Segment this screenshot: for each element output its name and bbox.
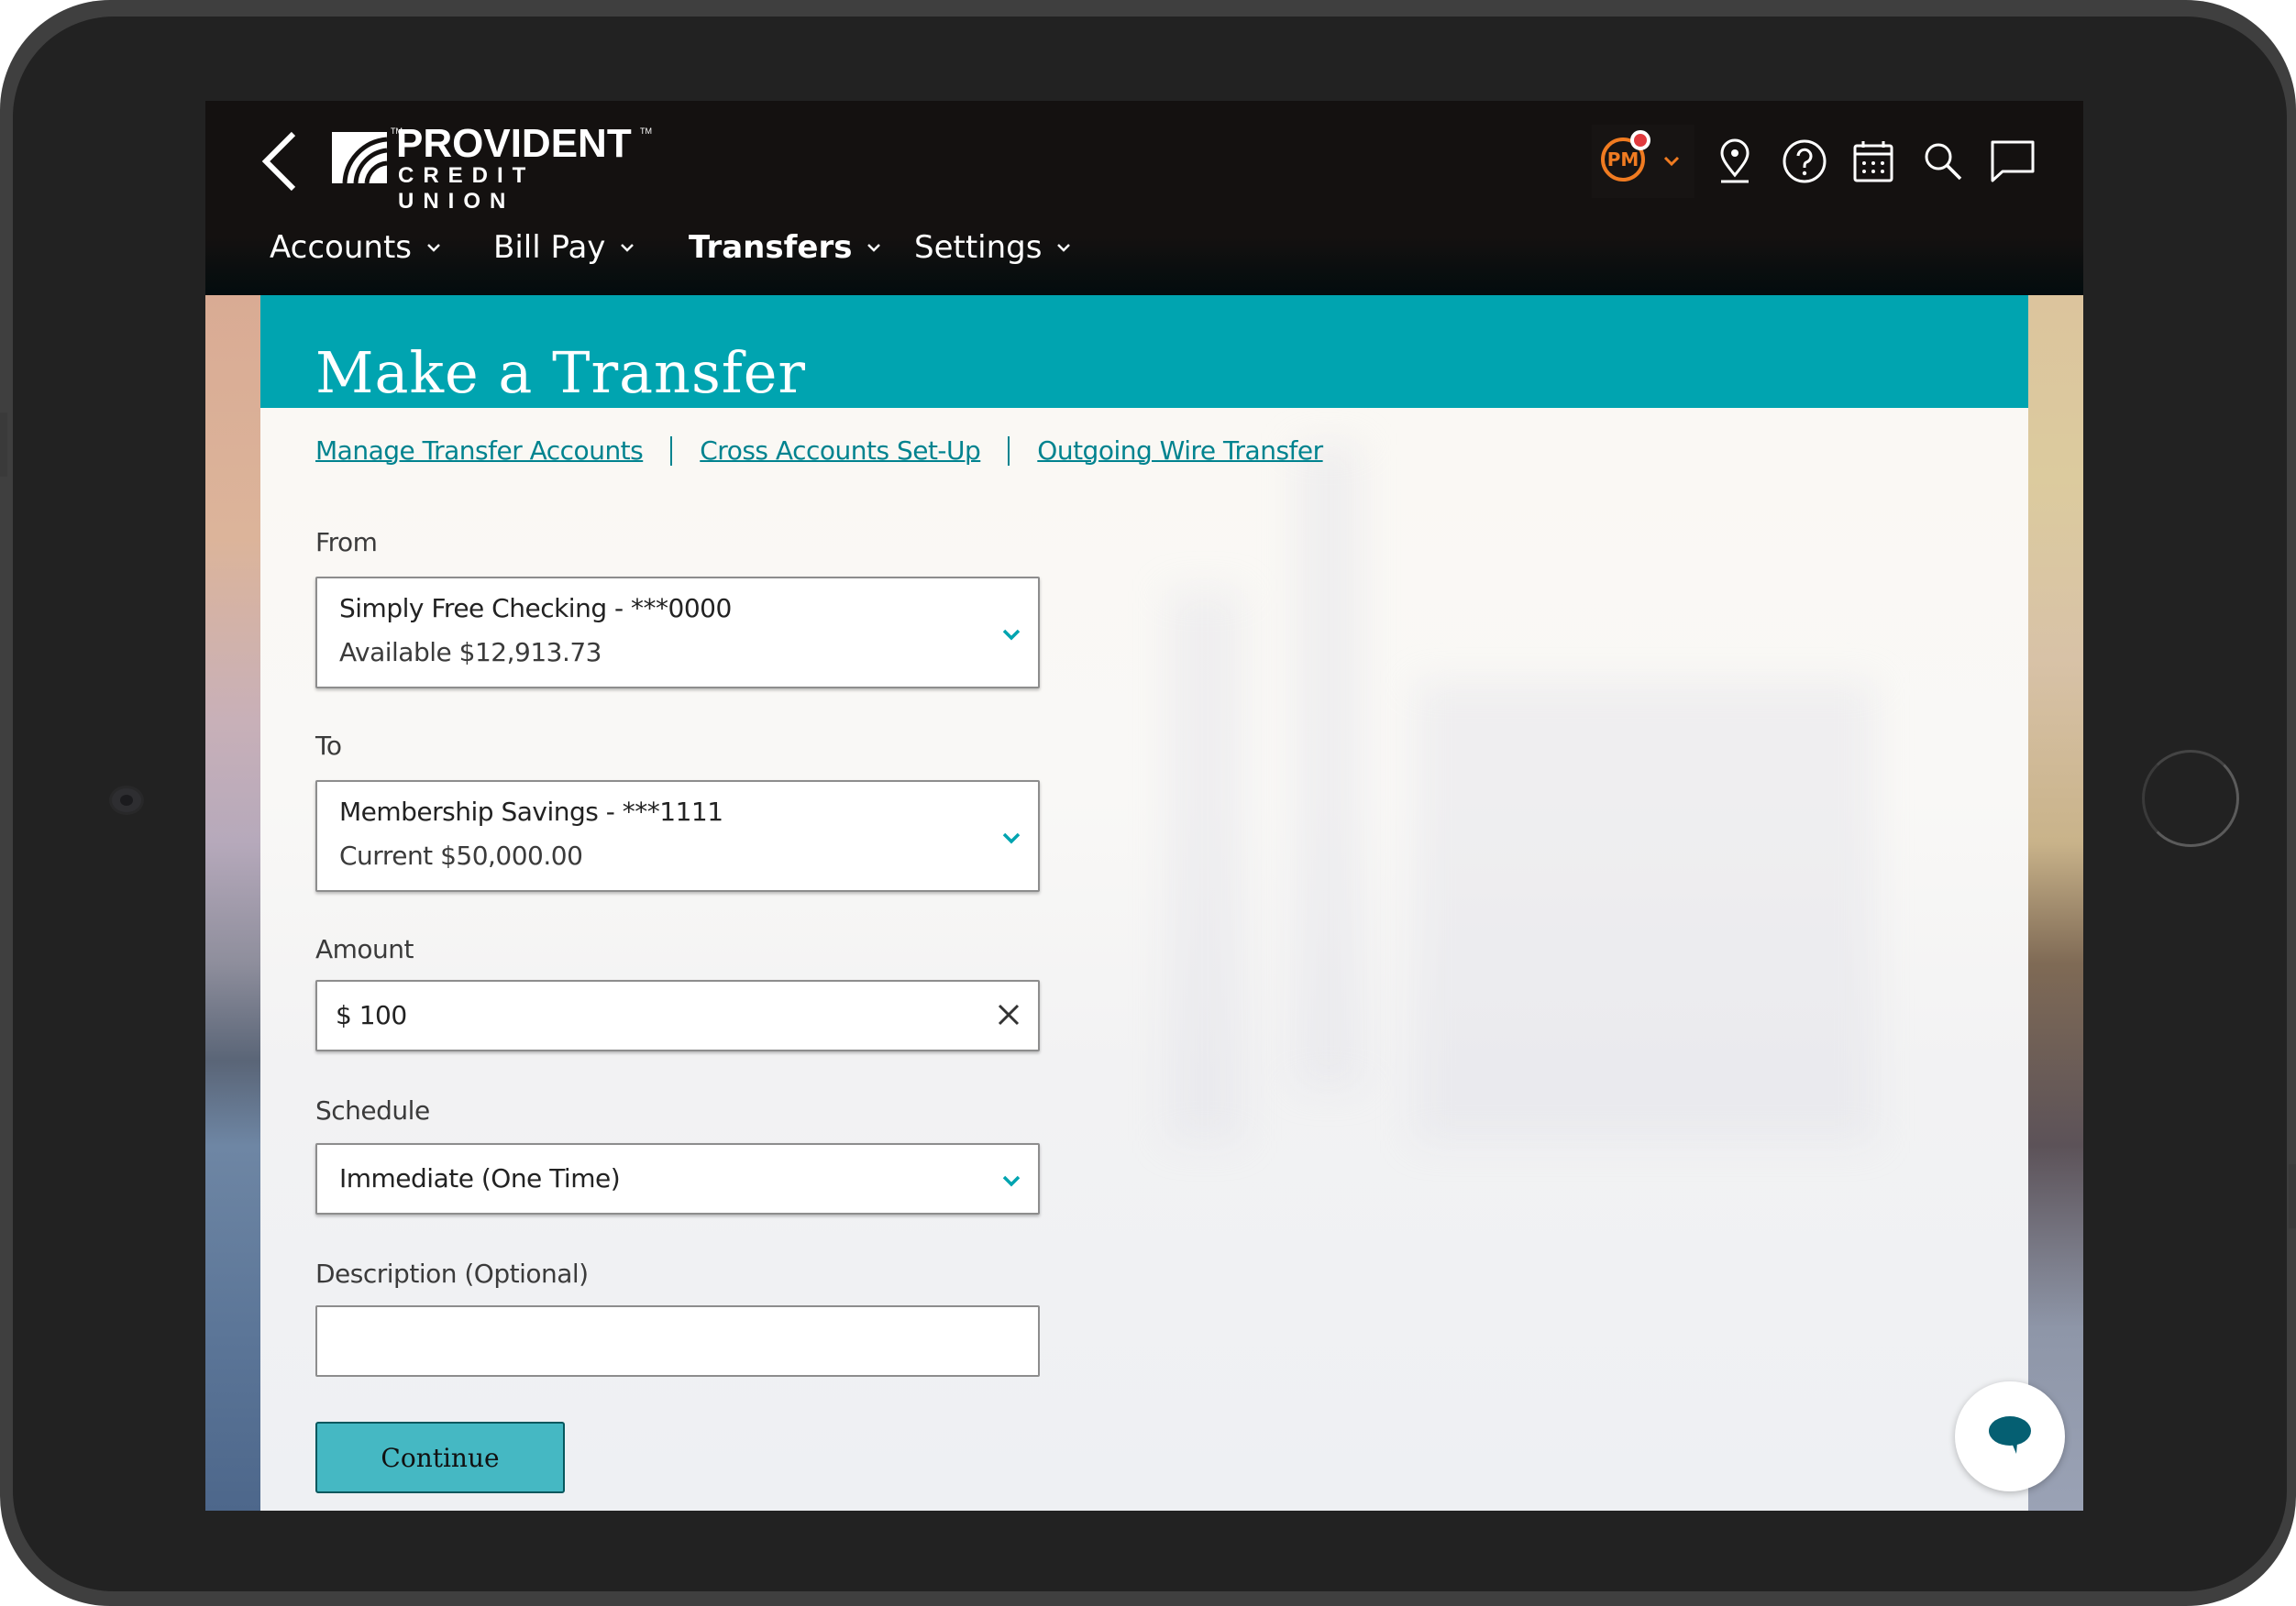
background-skyline-left [205, 295, 260, 1511]
user-initials: PM [1606, 148, 1639, 170]
clear-icon[interactable] [992, 998, 1025, 1031]
balance-label: Available [339, 637, 452, 667]
link-divider [1008, 435, 1010, 466]
chevron-down-icon [1002, 832, 1021, 844]
amount-text: 100 [359, 1000, 407, 1030]
help-icon [1783, 139, 1827, 183]
provident-logo[interactable]: TM PROVIDENT TM CREDIT UNION [332, 121, 662, 214]
to-account-balance: Current $50,000.00 [339, 841, 583, 871]
page-title: Make a Transfer [315, 338, 807, 406]
logo-mark-icon [332, 132, 387, 183]
amount-label: Amount [315, 934, 414, 964]
home-button[interactable] [2142, 750, 2239, 847]
balance-value: $12,913.73 [458, 637, 602, 667]
location-pin-icon [1720, 138, 1750, 183]
chevron-down-icon [1663, 156, 1680, 167]
front-camera [112, 788, 141, 812]
tablet-side-button [2289, 1164, 2296, 1228]
from-label: From [315, 527, 378, 557]
chevron-down-icon [1002, 1175, 1021, 1187]
transfer-links: Manage Transfer Accounts Cross Accounts … [315, 435, 1323, 466]
search-button[interactable] [1914, 125, 1972, 198]
nav-transfers[interactable]: Transfers [689, 229, 881, 266]
background-skyline [1416, 683, 1874, 1141]
nav-label: Bill Pay [493, 229, 606, 266]
amount-value: $ 100 [336, 1000, 407, 1030]
to-account-select[interactable]: Membership Savings - ***1111 Current $50… [315, 780, 1040, 892]
background-skyline-right [2028, 295, 2083, 1511]
notification-badge [1630, 130, 1650, 150]
logo-trademark: TM [640, 126, 652, 136]
schedule-label: Schedule [315, 1095, 430, 1126]
to-label: To [315, 731, 342, 761]
chevron-left-icon [261, 131, 296, 192]
chevron-down-icon [1002, 629, 1021, 641]
balance-label: Current [339, 841, 433, 871]
chevron-down-icon [427, 244, 440, 252]
from-account-balance: Available $12,913.73 [339, 637, 602, 667]
amount-input[interactable]: $ 100 [315, 980, 1040, 1051]
top-header: TM PROVIDENT TM CREDIT UNION Accounts Bi… [205, 101, 2083, 295]
locations-button[interactable] [1705, 125, 1764, 198]
nav-label: Accounts [270, 229, 412, 266]
back-button[interactable] [253, 128, 308, 194]
nav-label: Settings [914, 229, 1043, 266]
chat-bubble-icon [1989, 1416, 2031, 1454]
logo-name: PROVIDENT [396, 121, 632, 166]
chevron-down-icon [621, 244, 635, 252]
link-divider [670, 435, 673, 466]
schedule-value: Immediate (One Time) [339, 1163, 621, 1194]
search-icon [1925, 143, 1962, 181]
from-account-select[interactable]: Simply Free Checking - ***0000 Available… [315, 577, 1040, 688]
description-label: Description (Optional) [315, 1259, 589, 1289]
to-account-name: Membership Savings - ***1111 [339, 797, 723, 827]
schedule-select[interactable]: Immediate (One Time) [315, 1143, 1040, 1215]
calendar-button[interactable] [1844, 125, 1903, 198]
balance-value: $50,000.00 [440, 841, 583, 871]
cross-accounts-setup-link[interactable]: Cross Accounts Set-Up [700, 435, 981, 466]
nav-settings[interactable]: Settings [914, 229, 1071, 266]
page-banner: Make a Transfer [260, 295, 2028, 408]
main-nav: Accounts Bill Pay Transfers Settings [205, 229, 1489, 284]
continue-button[interactable]: Continue [315, 1422, 565, 1493]
manage-transfer-accounts-link[interactable]: Manage Transfer Accounts [315, 435, 644, 466]
messages-button[interactable] [1983, 125, 2042, 198]
chevron-down-icon [867, 244, 881, 252]
currency-symbol: $ [336, 1000, 352, 1030]
tablet-side-button [0, 412, 7, 477]
nav-accounts[interactable]: Accounts [270, 229, 441, 266]
background-skyline [1297, 445, 1361, 1086]
calendar-icon [1853, 141, 1893, 182]
form-body: Manage Transfer Accounts Cross Accounts … [260, 408, 2028, 1511]
help-button[interactable] [1775, 125, 1834, 198]
nav-bill-pay[interactable]: Bill Pay [493, 229, 635, 266]
logo-subtitle: CREDIT UNION [398, 163, 535, 214]
user-menu-button[interactable]: PM [1592, 125, 1694, 198]
chevron-down-icon [1057, 244, 1071, 252]
transfer-card: Make a Transfer Manage Transfer Accounts… [260, 295, 2028, 1511]
background-skyline [1168, 591, 1242, 1141]
description-input[interactable] [315, 1305, 1040, 1377]
nav-label: Transfers [689, 229, 853, 266]
outgoing-wire-transfer-link[interactable]: Outgoing Wire Transfer [1037, 435, 1323, 466]
messages-icon [1991, 140, 2035, 182]
app-screen: TM PROVIDENT TM CREDIT UNION Accounts Bi… [205, 101, 2083, 1511]
header-icons: PM [1592, 125, 2083, 198]
chat-button[interactable] [1955, 1381, 2065, 1491]
from-account-name: Simply Free Checking - ***0000 [339, 593, 732, 623]
